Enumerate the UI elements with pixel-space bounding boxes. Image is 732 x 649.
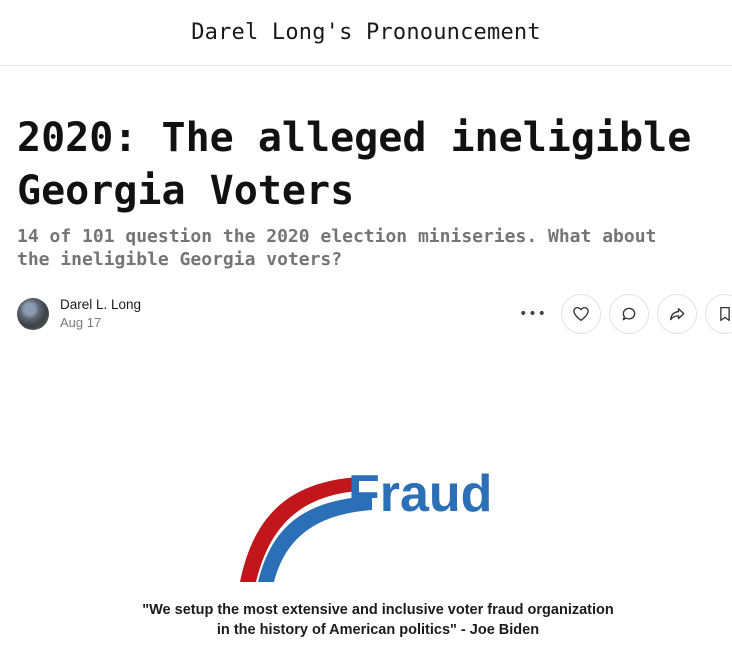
hero-quote-line-2: in the history of American politics" - J… xyxy=(216,622,540,638)
logo-fraud-word: Fraud xyxy=(348,465,492,523)
fraud-logo: Fraud xyxy=(240,465,492,582)
comment-bubble-icon xyxy=(622,307,636,321)
publication-title[interactable]: Darel Long's Pronouncement xyxy=(191,20,541,45)
bookmark-button[interactable] xyxy=(705,294,732,334)
share-arrow-icon xyxy=(669,308,685,321)
byline: Darel L. Long Aug 17 xyxy=(17,296,141,332)
author-name[interactable]: Darel L. Long xyxy=(60,296,141,313)
more-options-button[interactable]: ••• xyxy=(519,303,547,325)
heart-icon xyxy=(573,306,589,322)
post-date: Aug 17 xyxy=(60,315,102,330)
post-title-line-1: 2020: The alleged ineligible xyxy=(17,115,692,161)
like-button[interactable] xyxy=(561,294,601,334)
post-subtitle: 14 of 101 question the 2020 election min… xyxy=(17,225,732,271)
post-title: 2020: The alleged ineligible Georgia Vot… xyxy=(17,112,732,218)
author-avatar[interactable] xyxy=(17,298,49,330)
publication-header: Darel Long's Pronouncement xyxy=(0,0,732,66)
share-button[interactable] xyxy=(657,294,697,334)
hero-quote: "We setup the most extensive and inclusi… xyxy=(72,600,684,640)
byline-text: Darel L. Long Aug 17 xyxy=(60,296,141,332)
bookmark-icon xyxy=(720,306,730,322)
hero-quote-line-1: "We setup the most extensive and inclusi… xyxy=(142,602,614,618)
post-subtitle-line-1: 14 of 101 question the 2020 election min… xyxy=(17,226,657,247)
comment-button[interactable] xyxy=(609,294,649,334)
post-title-line-2: Georgia Voters xyxy=(17,168,355,214)
post-subtitle-line-2: the ineligible Georgia voters? xyxy=(17,249,343,270)
hero-image[interactable]: Fraud "We setup the most extensive and i… xyxy=(72,364,684,649)
